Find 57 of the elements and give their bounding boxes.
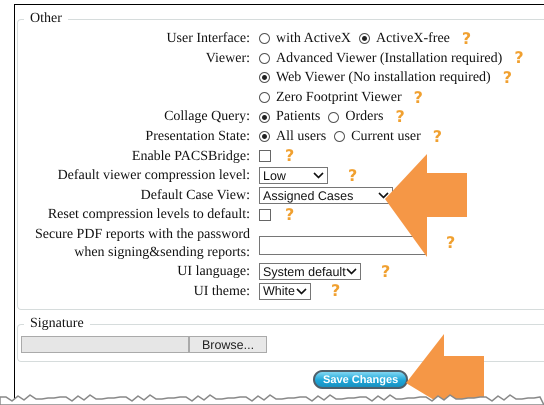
caret-icon [313,172,324,180]
option-label: All users [276,128,326,146]
checkbox[interactable] [259,209,271,222]
dropdown[interactable]: System default [259,263,361,280]
radio-button[interactable] [334,131,346,142]
option-label: Patients [276,108,320,126]
password-field[interactable] [259,236,426,255]
help-icon[interactable]: ? [432,128,442,146]
field-label: UI language: [176,262,250,281]
option-label: Web Viewer (No installation required) [276,69,491,88]
help-icon[interactable]: ? [462,30,472,48]
field-label: Enable PACSBridge: [130,148,250,166]
caret-icon [378,192,389,200]
radio-button[interactable] [259,92,270,104]
field-label: UI theme: [192,282,250,301]
help-icon[interactable]: ? [348,166,358,185]
help-icon[interactable]: ? [414,88,423,107]
option-label: Orders [345,108,384,126]
help-icon[interactable]: ? [381,262,390,281]
radio-button[interactable] [259,131,270,142]
radio-button[interactable] [259,72,270,84]
checkbox[interactable] [259,150,271,162]
radio-button[interactable] [259,52,270,64]
section-title: Signature [29,316,85,332]
dropdown[interactable]: White [259,282,311,300]
option-label: Advanced Viewer (Installation required) [276,50,502,68]
radio-button[interactable] [328,112,340,123]
help-icon[interactable]: ? [331,282,340,300]
file-name-field[interactable] [21,336,189,354]
field-label: Presentation State: [144,128,250,146]
radio-button[interactable] [259,33,270,44]
field-label: User Interface: [165,30,250,48]
help-icon[interactable]: ? [285,147,294,166]
radio-button[interactable] [259,112,270,123]
option-label: with ActiveX [276,30,352,48]
caret-icon [296,288,307,295]
option-label: Zero Footprint Viewer [276,88,402,107]
section-title: Other [29,11,63,27]
option-label: ActiveX-free [376,30,450,48]
help-icon[interactable]: ? [285,206,294,224]
browse-button[interactable]: Browse... [189,336,267,354]
help-icon[interactable]: ? [502,68,512,87]
field-label: Reset compression levels to default: [46,206,250,224]
radio-button[interactable] [359,33,370,44]
save-button[interactable]: Save Changes [313,370,408,390]
help-icon[interactable]: ? [446,234,456,252]
option-label: Current user [351,128,421,146]
dropdown[interactable]: Low [259,167,328,184]
field-label: Default Case View: [140,186,250,205]
field-label: Collage Query: [163,108,250,126]
help-icon[interactable]: ? [514,49,524,68]
field-label: Viewer: [204,50,250,68]
field-label: Secure PDF reports with the password when signing&sending reports: [34,226,250,262]
dropdown[interactable]: Assigned Cases [259,187,393,204]
field-label: Default viewer compression level: [56,167,250,186]
caret-icon [346,268,357,276]
help-icon[interactable]: ? [395,108,405,126]
